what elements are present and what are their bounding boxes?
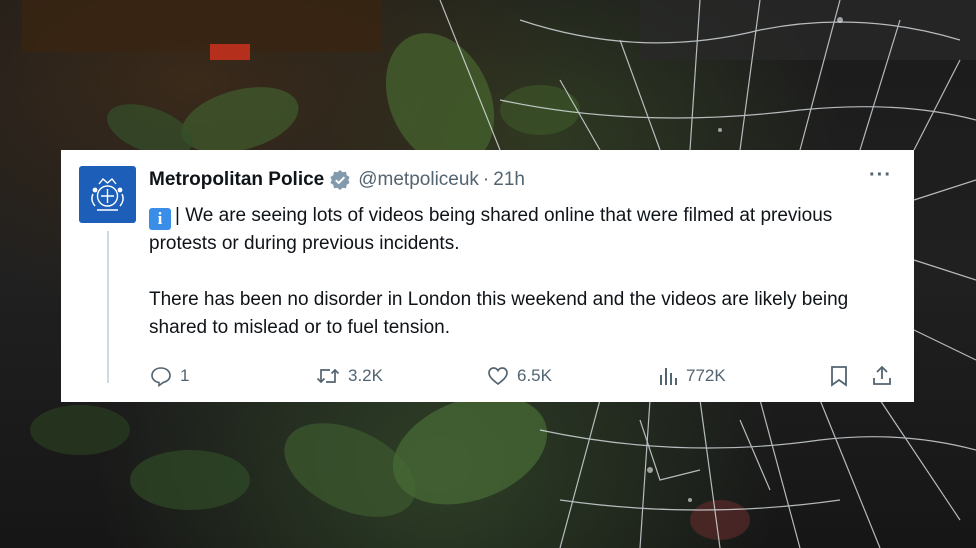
police-crest-icon [91,177,124,211]
heart-icon [488,367,508,386]
tweet-text: i | We are seeing lots of videos being sh… [149,202,889,342]
display-name[interactable]: Metropolitan Police [149,169,324,191]
tweet-actions: 1 3.2K 6.5K 772K [149,362,899,390]
timestamp[interactable]: 21h [493,169,525,191]
analytics-icon [660,368,677,385]
tweet-card[interactable]: Metropolitan Police @metpoliceuk · 21h ·… [61,150,914,402]
tweet-paragraph-1: i | We are seeing lots of videos being sh… [149,202,889,258]
share-button[interactable] [870,362,901,390]
verified-badge-icon [329,169,351,191]
share-icon [873,365,891,385]
tweet-paragraph-1-text: | We are seeing lots of videos being sha… [149,205,833,254]
info-icon: i [149,208,171,230]
separator-dot: · [482,169,490,190]
tweet-header: Metropolitan Police @metpoliceuk · 21h [149,169,525,191]
reply-button[interactable]: 1 [149,362,189,390]
like-count: 6.5K [517,366,552,385]
views-button[interactable]: 772K [657,362,726,390]
bookmark-icon [831,366,847,387]
handle[interactable]: @metpoliceuk [358,169,479,191]
views-count: 772K [686,366,726,385]
reply-icon [151,367,171,388]
avatar[interactable] [79,166,136,223]
retweet-button[interactable]: 3.2K [315,362,383,390]
thread-line [107,231,109,383]
reply-count: 1 [180,366,190,385]
more-options-button[interactable]: ··· [869,164,892,187]
retweet-icon [316,368,340,384]
bookmark-button[interactable] [828,362,857,390]
like-button[interactable]: 6.5K [486,362,552,390]
background-photo: Metropolitan Police @metpoliceuk · 21h ·… [0,0,976,548]
retweet-count: 3.2K [348,366,383,385]
tweet-paragraph-2: There has been no disorder in London thi… [149,289,849,338]
